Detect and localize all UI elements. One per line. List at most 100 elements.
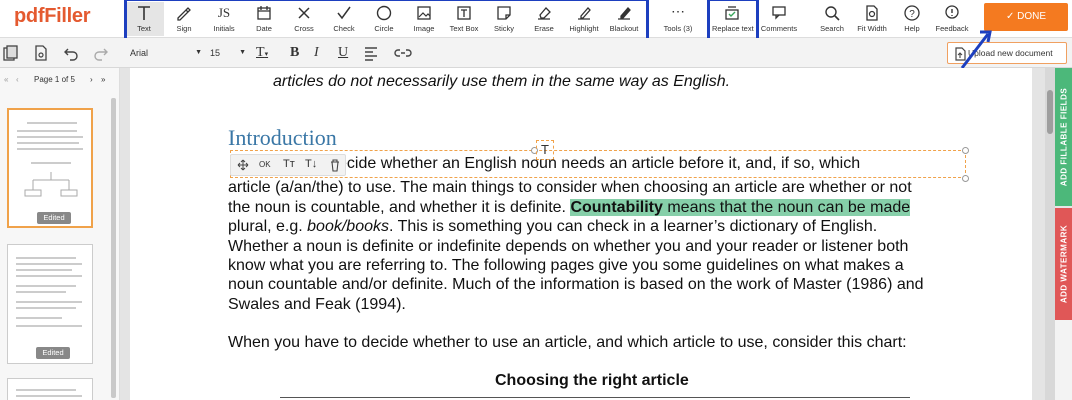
thumb-line [16,275,82,277]
format-toolbar: Arial ▼ 15 ▼ T▾ B I U Upload new documen… [0,38,1072,68]
underline-button[interactable]: U [338,44,348,62]
thumb-line [16,325,82,327]
thumbnails-panel: « ‹ Page 1 of 5 › » 1 Edited 2 [0,68,120,400]
ok-button[interactable]: OK [259,160,271,169]
text-color-button[interactable]: T▾ [256,44,268,62]
thumb-line [31,162,71,164]
comments-button[interactable]: Comments [759,2,799,36]
comments-icon [772,6,786,20]
thumb-line [16,285,76,287]
annotation-arrow [960,30,992,69]
thumbnail-page-1[interactable]: Edited [7,108,93,228]
check-icon: ✓ [1005,11,1018,22]
font-family-value: Arial [130,48,149,58]
thumbnails-toggle-icon[interactable] [2,44,20,62]
thumb-line [16,257,76,259]
next-page-icon[interactable]: › [90,68,93,92]
top-toolbar: pdfFiller Text Sign JS Initials Date Cro… [0,0,1072,67]
section-heading: Introduction [228,125,337,150]
more-icon: ⋯ [671,3,685,19]
annotation-box-replace-text [707,0,759,43]
logo: pdfFiller [14,5,91,27]
text-edit-toolbar: OK Tт T↓ [230,154,346,176]
font-size-value: 15 [210,48,221,58]
edited-badge: Edited [36,347,70,359]
scrollbar-thumb[interactable] [1047,90,1053,134]
doc-line: the noun is countable, and whether it is… [228,199,911,217]
decrease-font-icon[interactable]: T↓ [305,158,317,170]
chevron-down-icon: ▼ [195,49,202,56]
doc-text-italic: book/books [307,218,389,235]
edited-badge: Edited [37,212,71,224]
link-icon[interactable] [394,44,412,62]
doc-line: know what you are referring to. The foll… [228,257,904,274]
prev-page-icon[interactable]: ‹ [16,68,19,92]
first-page-icon[interactable]: « [4,68,8,92]
redo-icon[interactable] [92,44,110,62]
doc-line: Swales and Feak (1994). [228,296,406,313]
align-icon[interactable] [362,44,380,62]
undo-icon[interactable] [62,44,80,62]
thumb-line [27,122,77,124]
search-button[interactable]: Search [812,2,852,36]
done-button[interactable]: ✓ DONE [984,3,1068,31]
tool-label: Comments [760,24,798,33]
doc-text-segment: plural, e.g. [228,218,308,235]
bold-button[interactable]: B [290,44,299,62]
pdffiller-editor: pdfFiller Text Sign JS Initials Date Cro… [0,0,1072,400]
help-button[interactable]: ? Help [892,2,932,36]
thumb-line [17,142,79,144]
svg-text:?: ? [909,9,915,20]
document-scrollbar[interactable] [1045,68,1055,400]
chart-heading: Choosing the right article [495,372,689,389]
tool-label: Tools (3) [663,24,693,33]
edited-text-line[interactable]: ult to decide whether an English noun ne… [290,155,860,173]
tool-label: Help [904,24,920,33]
chart-rule [280,397,910,398]
add-fillable-fields-tab[interactable]: ADD FILLABLE FIELDS [1055,68,1072,206]
doc-text-segment: . This is something you can check in a l… [389,218,878,235]
tool-label: Fit Width [857,24,887,33]
thumbnail-page-3[interactable] [7,378,93,400]
tab-label: ADD WATERMARK [1059,224,1068,304]
trash-icon[interactable] [329,159,341,172]
page-indicator: Page 1 of 5 [34,75,75,84]
last-page-icon[interactable]: » [101,68,105,92]
document-viewport: articles do not necessarily use them in … [120,68,1046,400]
thumb-line [16,301,82,303]
italic-button[interactable]: I [314,44,319,62]
document-page: articles do not necessarily use them in … [130,68,1032,400]
doc-line: article (a/an/the) to use. The main thin… [228,179,912,196]
done-label: DONE [1017,11,1047,22]
resize-handle[interactable] [962,175,969,182]
increase-font-icon[interactable]: Tт [283,158,295,170]
thumb-line [17,136,83,138]
highlighted-text: means that the noun can be made [662,199,911,216]
page-settings-icon[interactable] [32,44,50,62]
tools-more-button[interactable]: ⋯ Tools (3) [658,2,698,36]
thumb-line [16,263,82,265]
thumbnails-scrollbar[interactable] [111,98,116,398]
feedback-icon [945,5,959,19]
doc-line: Whether a noun is definite or indefinite… [228,238,909,255]
thumb-line [16,269,72,271]
move-icon[interactable] [237,159,249,171]
thumb-line [16,395,82,397]
thumbnail-page-2[interactable]: Edited [7,244,93,364]
font-size-select[interactable]: 15 ▼ [210,44,246,62]
side-tabs-filler [1055,320,1072,400]
thumb-line [16,389,76,391]
chevron-down-icon: ▼ [239,49,246,56]
font-family-select[interactable]: Arial ▼ [130,44,204,62]
page-navigator: « ‹ Page 1 of 5 › » [0,68,120,92]
thumb-line [16,317,62,319]
help-icon: ? [904,5,920,21]
thumb-line [17,148,83,150]
add-watermark-tab[interactable]: ADD WATERMARK [1055,208,1072,320]
doc-line: When you have to decide whether to use a… [228,334,907,351]
fit-width-button[interactable]: Fit Width [852,2,892,36]
resize-handle[interactable] [962,147,969,154]
fit-width-icon [866,5,878,21]
thumb-line [16,291,66,293]
doc-line: plural, e.g. book/books. This is somethi… [228,218,877,236]
